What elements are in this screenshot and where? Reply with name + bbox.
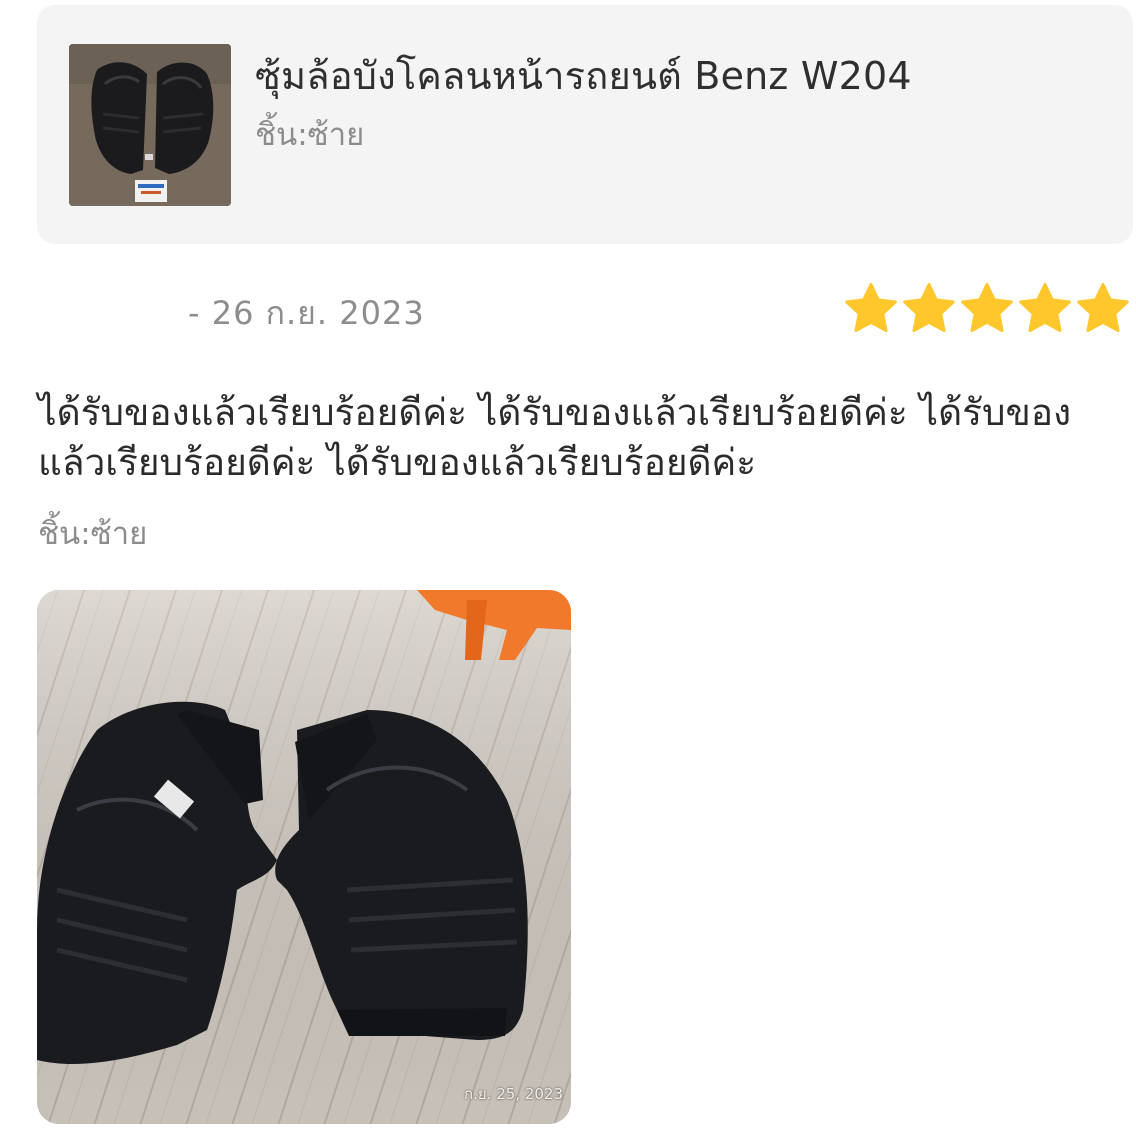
product-variant: ชิ้น:ซ้าย bbox=[255, 117, 365, 153]
product-thumbnail[interactable] bbox=[69, 44, 231, 206]
photo-timestamp: ก.ย. 25, 2023 bbox=[464, 1085, 563, 1103]
star-rating bbox=[842, 280, 1132, 340]
review-photo[interactable]: ก.ย. 25, 2023 bbox=[37, 590, 571, 1124]
review-text: ได้รับของแล้วเรียบร้อยดีค่ะ ได้รับของแล้… bbox=[38, 391, 1072, 484]
fender-liner-photo-icon bbox=[37, 590, 571, 1124]
product-card[interactable]: ซุ้มล้อบังโคลนหน้ารถยนต์ Benz W204 ชิ้น:… bbox=[37, 5, 1133, 244]
review-date: - 26 ก.ย. 2023 bbox=[188, 294, 425, 332]
star-icon bbox=[1019, 282, 1071, 333]
fender-liner-thumbnail-icon bbox=[69, 44, 231, 206]
star-icon bbox=[1077, 282, 1129, 333]
product-title[interactable]: ซุ้มล้อบังโคลนหน้ารถยนต์ Benz W204 bbox=[255, 45, 912, 106]
star-icon bbox=[961, 282, 1013, 333]
star-icon bbox=[845, 282, 897, 333]
star-icon bbox=[903, 282, 955, 333]
review-variant: ชิ้น:ซ้าย bbox=[38, 516, 148, 552]
